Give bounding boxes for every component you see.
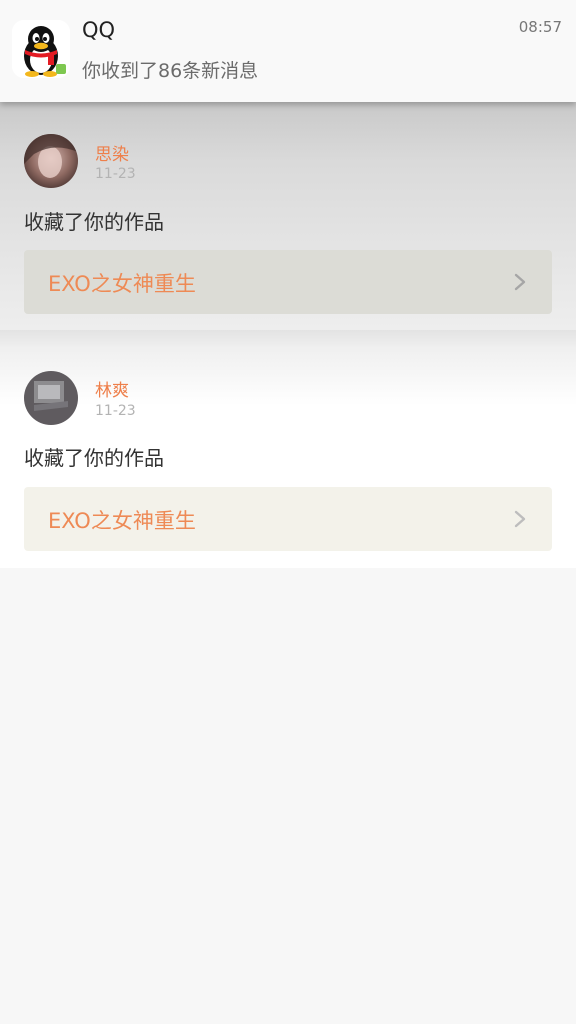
feed-item: 林爽 11-23 收藏了你的作品 EXO之女神重生 [0, 346, 576, 568]
work-title: EXO之女神重生 [48, 509, 196, 533]
item-date: 11-23 [95, 166, 136, 182]
action-text: 收藏了你的作品 [24, 446, 164, 470]
avatar[interactable] [24, 371, 78, 425]
work-title: EXO之女神重生 [48, 272, 196, 296]
chevron-right-icon [510, 272, 530, 292]
feed-item: 思染 11-23 收藏了你的作品 EXO之女神重生 [0, 102, 576, 330]
screen: QQ 你收到了86条新消息 08:57 思染 11-23 收藏了你的作品 EXO… [0, 0, 576, 1024]
notification-time: 08:57 [518, 18, 562, 36]
qq-penguin-icon [12, 20, 70, 78]
divider [0, 330, 576, 346]
chevron-right-icon [510, 509, 530, 529]
work-link[interactable]: EXO之女神重生 [24, 487, 552, 551]
notification-app-name: QQ [82, 18, 116, 42]
user-name[interactable]: 思染 [95, 140, 129, 165]
notification-message: 你收到了86条新消息 [82, 60, 259, 82]
work-link[interactable]: EXO之女神重生 [24, 250, 552, 314]
item-date: 11-23 [95, 403, 136, 419]
avatar[interactable] [24, 134, 78, 188]
user-name[interactable]: 林爽 [95, 376, 129, 401]
action-text: 收藏了你的作品 [24, 210, 164, 234]
notification-banner[interactable]: QQ 你收到了86条新消息 08:57 [0, 0, 576, 102]
